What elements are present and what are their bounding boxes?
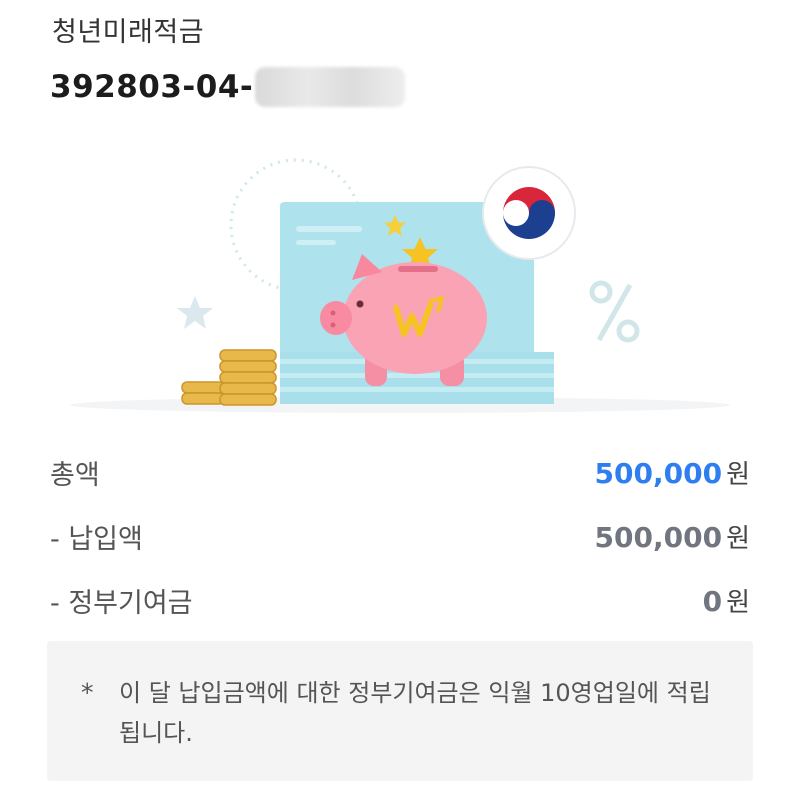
total-row: 총액 500,000 원 bbox=[50, 440, 750, 504]
percent-icon bbox=[589, 280, 640, 343]
paid-value: 500,000 원 bbox=[595, 518, 750, 555]
asterisk-icon: * bbox=[81, 678, 94, 707]
account-number: 392803-04- bbox=[50, 69, 254, 105]
account-number-row: 392803-04- bbox=[50, 64, 406, 110]
balance-summary: 총액 500,000 원 - 납입액 500,000 원 - 정부기여금 0 원 bbox=[50, 440, 750, 632]
paid-amount: 500,000 bbox=[594, 520, 723, 554]
contribution-amount: 0 bbox=[702, 584, 723, 618]
notice-box: * 이 달 납입금액에 대한 정부기여금은 익월 10영업일에 적립됩니다. bbox=[47, 641, 753, 781]
star-icon bbox=[177, 296, 213, 329]
paid-unit: 원 bbox=[726, 523, 750, 554]
contribution-row: - 정부기여금 0 원 bbox=[50, 568, 750, 632]
coin-stack-icon bbox=[181, 349, 277, 406]
total-amount: 500,000 bbox=[594, 456, 723, 490]
paid-row: - 납입액 500,000 원 bbox=[50, 504, 750, 568]
contribution-unit: 원 bbox=[726, 587, 750, 618]
contribution-label: - 정부기여금 bbox=[50, 587, 193, 619]
notice-text: 이 달 납입금액에 대한 정부기여금은 익월 10영업일에 적립됩니다. bbox=[119, 679, 711, 747]
product-name: 청년미래적금 bbox=[52, 17, 205, 48]
taegeuk-emblem-icon bbox=[482, 166, 576, 260]
paid-label: - 납입액 bbox=[50, 523, 143, 555]
contribution-value: 0 원 bbox=[703, 582, 750, 619]
savings-illustration bbox=[0, 130, 800, 420]
total-value: 500,000 원 bbox=[595, 454, 750, 491]
account-number-mask bbox=[255, 67, 406, 107]
total-unit: 원 bbox=[726, 459, 750, 490]
total-label: 총액 bbox=[50, 459, 100, 491]
